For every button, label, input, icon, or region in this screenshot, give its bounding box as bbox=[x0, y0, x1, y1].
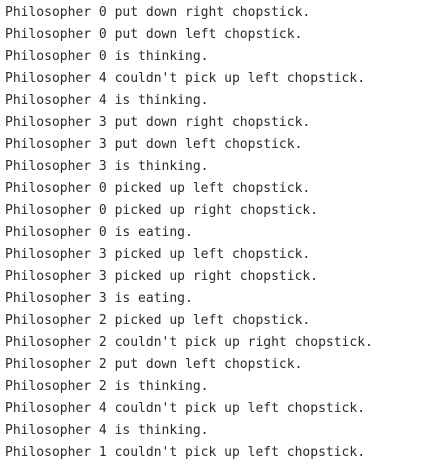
console-line: Philosopher 0 picked up right chopstick. bbox=[5, 203, 319, 218]
console-output: Philosopher 0 put down right chopstick. … bbox=[0, 0, 425, 462]
console-line: Philosopher 3 picked up left chopstick. bbox=[5, 247, 311, 262]
console-line: Philosopher 4 couldn't pick up left chop… bbox=[5, 71, 366, 86]
console-line: Philosopher 0 put down left chopstick. bbox=[5, 27, 303, 42]
console-line: Philosopher 4 couldn't pick up left chop… bbox=[5, 401, 366, 416]
console-line: Philosopher 2 put down left chopstick. bbox=[5, 357, 303, 372]
console-line: Philosopher 3 picked up right chopstick. bbox=[5, 269, 319, 284]
console-line: Philosopher 4 is thinking. bbox=[5, 423, 209, 438]
console-line: Philosopher 3 is eating. bbox=[5, 291, 193, 306]
console-line: Philosopher 2 couldn't pick up right cho… bbox=[5, 335, 373, 350]
console-line: Philosopher 3 put down right chopstick. bbox=[5, 115, 311, 130]
console-line: Philosopher 1 couldn't pick up left chop… bbox=[5, 445, 366, 460]
console-line: Philosopher 0 is eating. bbox=[5, 225, 193, 240]
console-line: Philosopher 0 picked up left chopstick. bbox=[5, 181, 311, 196]
console-line: Philosopher 3 is thinking. bbox=[5, 159, 209, 174]
console-line: Philosopher 2 is thinking. bbox=[5, 379, 209, 394]
console-line: Philosopher 0 is thinking. bbox=[5, 49, 209, 64]
console-line: Philosopher 3 put down left chopstick. bbox=[5, 137, 303, 152]
console-line: Philosopher 4 is thinking. bbox=[5, 93, 209, 108]
console-line: Philosopher 0 put down right chopstick. bbox=[5, 5, 311, 20]
console-line: Philosopher 2 picked up left chopstick. bbox=[5, 313, 311, 328]
